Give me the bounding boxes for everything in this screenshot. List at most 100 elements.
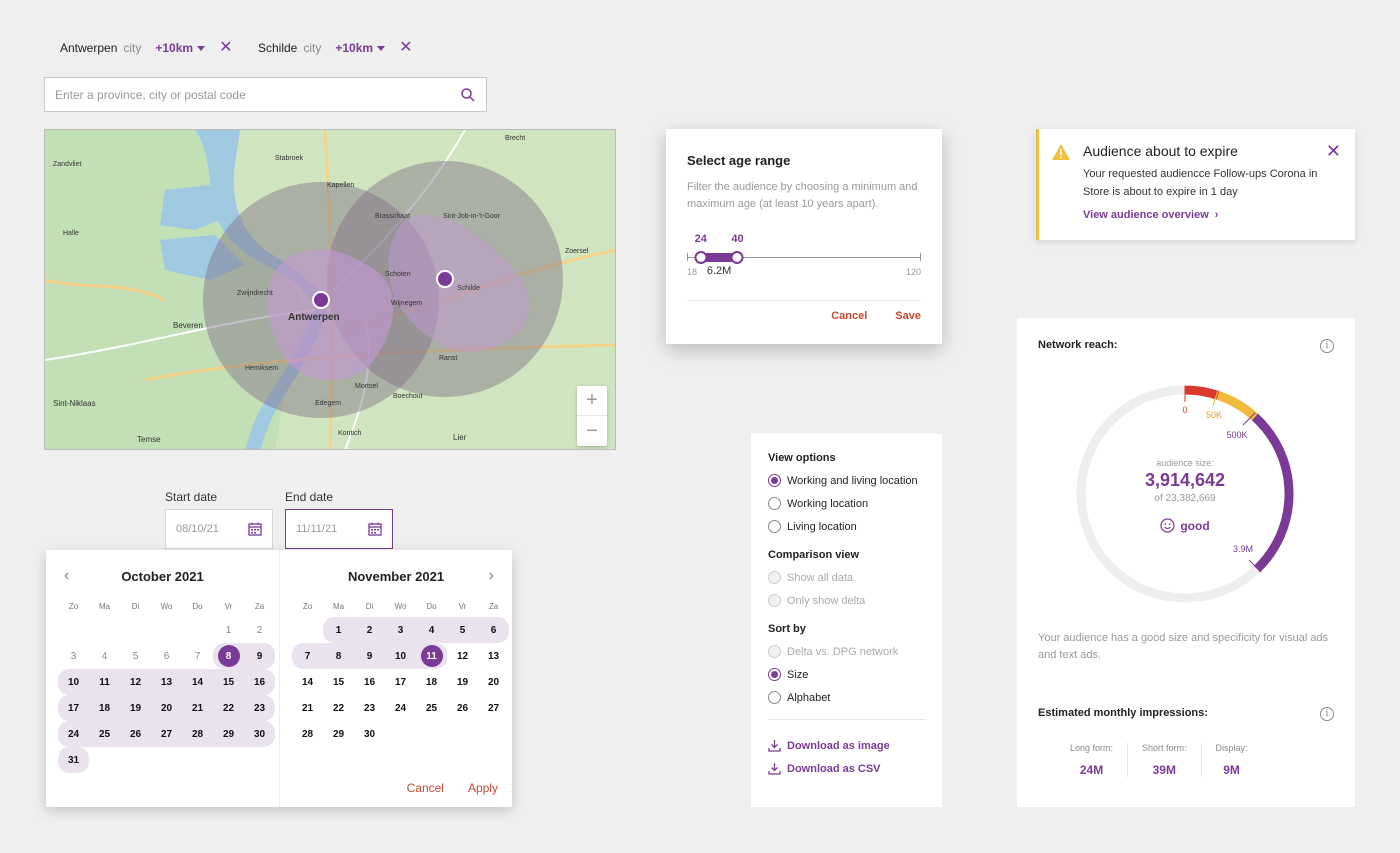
day-cell[interactable]: 1	[323, 617, 354, 643]
day-cell[interactable]: 14	[292, 669, 323, 695]
close-icon[interactable]: ✕	[1326, 141, 1341, 162]
radius-dropdown[interactable]: +10km	[155, 41, 193, 55]
cancel-button[interactable]: Cancel	[407, 781, 444, 795]
day-cell[interactable]: 6	[478, 617, 509, 643]
radius-dropdown[interactable]: +10km	[335, 41, 373, 55]
caret-down-icon[interactable]	[377, 45, 386, 51]
view-audience-link[interactable]: View audience overview ›	[1083, 209, 1218, 221]
day-cell[interactable]: 14	[182, 669, 213, 695]
day-cell[interactable]: 27	[478, 695, 509, 721]
option-size[interactable]: Size	[768, 663, 925, 686]
day-cell[interactable]: 5	[120, 643, 151, 669]
day-cell[interactable]: 6	[151, 643, 182, 669]
day-cell[interactable]: 25	[416, 695, 447, 721]
day-cell[interactable]: 20	[478, 669, 509, 695]
day-cell[interactable]: 7	[292, 643, 323, 669]
day-cell[interactable]: 2	[354, 617, 385, 643]
download-image-link[interactable]: Download as image	[768, 734, 925, 757]
day-cell[interactable]: 29	[323, 721, 354, 747]
save-button[interactable]: Save	[895, 310, 921, 322]
day-cell[interactable]: 9	[354, 643, 385, 669]
day-cell[interactable]: 15	[213, 669, 244, 695]
day-cell[interactable]: 30	[244, 721, 275, 747]
option-working-and-living[interactable]: Working and living location	[768, 469, 925, 492]
day-cell[interactable]: 21	[292, 695, 323, 721]
day-cell[interactable]: 17	[58, 695, 89, 721]
day-cell[interactable]: 22	[323, 695, 354, 721]
day-cell[interactable]: 3	[385, 617, 416, 643]
age-low-handle[interactable]	[694, 251, 708, 264]
day-cell[interactable]: 20	[151, 695, 182, 721]
day-cell[interactable]: 8	[323, 643, 354, 669]
option-living-location[interactable]: Living location	[768, 515, 925, 538]
day-cell[interactable]: 1	[213, 617, 244, 643]
calendar-icon[interactable]	[248, 522, 262, 536]
chevron-right-icon[interactable]: ›	[489, 567, 494, 585]
day-cell[interactable]: 29	[213, 721, 244, 747]
chevron-left-icon[interactable]: ‹	[64, 567, 69, 585]
option-alphabet[interactable]: Alphabet	[768, 686, 925, 709]
day-cell[interactable]: 12	[120, 669, 151, 695]
day-cell[interactable]: 18	[89, 695, 120, 721]
radio-selected-icon[interactable]	[768, 474, 781, 487]
info-icon[interactable]: i	[1320, 339, 1334, 353]
day-cell[interactable]: 30	[354, 721, 385, 747]
day-cell[interactable]: 7	[182, 643, 213, 669]
day-cell[interactable]: 26	[447, 695, 478, 721]
day-cell[interactable]: 10	[385, 643, 416, 669]
cancel-button[interactable]: Cancel	[831, 310, 867, 322]
day-cell[interactable]: 19	[120, 695, 151, 721]
day-cell[interactable]: 5	[447, 617, 478, 643]
day-cell[interactable]: 12	[447, 643, 478, 669]
day-cell[interactable]: 26	[120, 721, 151, 747]
day-cell[interactable]: 23	[244, 695, 275, 721]
day-cell[interactable]: 24	[58, 721, 89, 747]
location-map[interactable]: Antwerpen Schilde Beveren Kapellen Brass…	[44, 129, 616, 450]
apply-button[interactable]: Apply	[468, 781, 498, 795]
day-cell[interactable]: 13	[478, 643, 509, 669]
day-cell[interactable]: 9	[244, 643, 275, 669]
day-cell[interactable]: 2	[244, 617, 275, 643]
option-working-location[interactable]: Working location	[768, 492, 925, 515]
caret-down-icon[interactable]	[197, 45, 206, 51]
day-cell[interactable]: 23	[354, 695, 385, 721]
day-cell[interactable]: 22	[213, 695, 244, 721]
day-cell[interactable]: 19	[447, 669, 478, 695]
end-date-field[interactable]: 11/11/21	[285, 509, 393, 549]
info-icon[interactable]: i	[1320, 707, 1334, 721]
day-cell[interactable]: 16	[244, 669, 275, 695]
day-cell[interactable]: 28	[292, 721, 323, 747]
day-cell[interactable]: 16	[354, 669, 385, 695]
radio-selected-icon[interactable]	[768, 668, 781, 681]
day-cell[interactable]: 3	[58, 643, 89, 669]
day-cell[interactable]: 25	[89, 721, 120, 747]
zoom-in-button[interactable]: +	[577, 386, 607, 416]
day-cell[interactable]: 21	[182, 695, 213, 721]
search-input[interactable]	[55, 87, 460, 102]
radio-icon[interactable]	[768, 497, 781, 510]
day-cell[interactable]: 10	[58, 669, 89, 695]
start-date-field[interactable]: 08/10/21	[165, 509, 273, 549]
search-icon[interactable]	[460, 87, 476, 103]
day-cell[interactable]: 4	[416, 617, 447, 643]
day-cell[interactable]: 24	[385, 695, 416, 721]
day-cell[interactable]: 28	[182, 721, 213, 747]
radio-icon[interactable]	[768, 691, 781, 704]
age-high-handle[interactable]	[730, 251, 744, 264]
calendar-icon[interactable]	[368, 522, 382, 536]
day-selected[interactable]: 11	[416, 643, 447, 669]
radio-icon[interactable]	[768, 520, 781, 533]
day-selected[interactable]: 8	[213, 643, 244, 669]
age-slider[interactable]: 24 40 6.2M 18 120	[687, 229, 921, 279]
day-cell[interactable]: 13	[151, 669, 182, 695]
zoom-out-button[interactable]: −	[577, 416, 607, 446]
day-cell[interactable]: 31	[58, 747, 89, 773]
remove-location-icon[interactable]: ✕	[399, 40, 412, 56]
day-cell[interactable]: 18	[416, 669, 447, 695]
day-cell[interactable]: 17	[385, 669, 416, 695]
day-cell[interactable]: 11	[89, 669, 120, 695]
day-cell[interactable]: 27	[151, 721, 182, 747]
download-csv-link[interactable]: Download as CSV	[768, 757, 925, 780]
day-cell[interactable]: 4	[89, 643, 120, 669]
remove-location-icon[interactable]: ✕	[219, 40, 232, 56]
